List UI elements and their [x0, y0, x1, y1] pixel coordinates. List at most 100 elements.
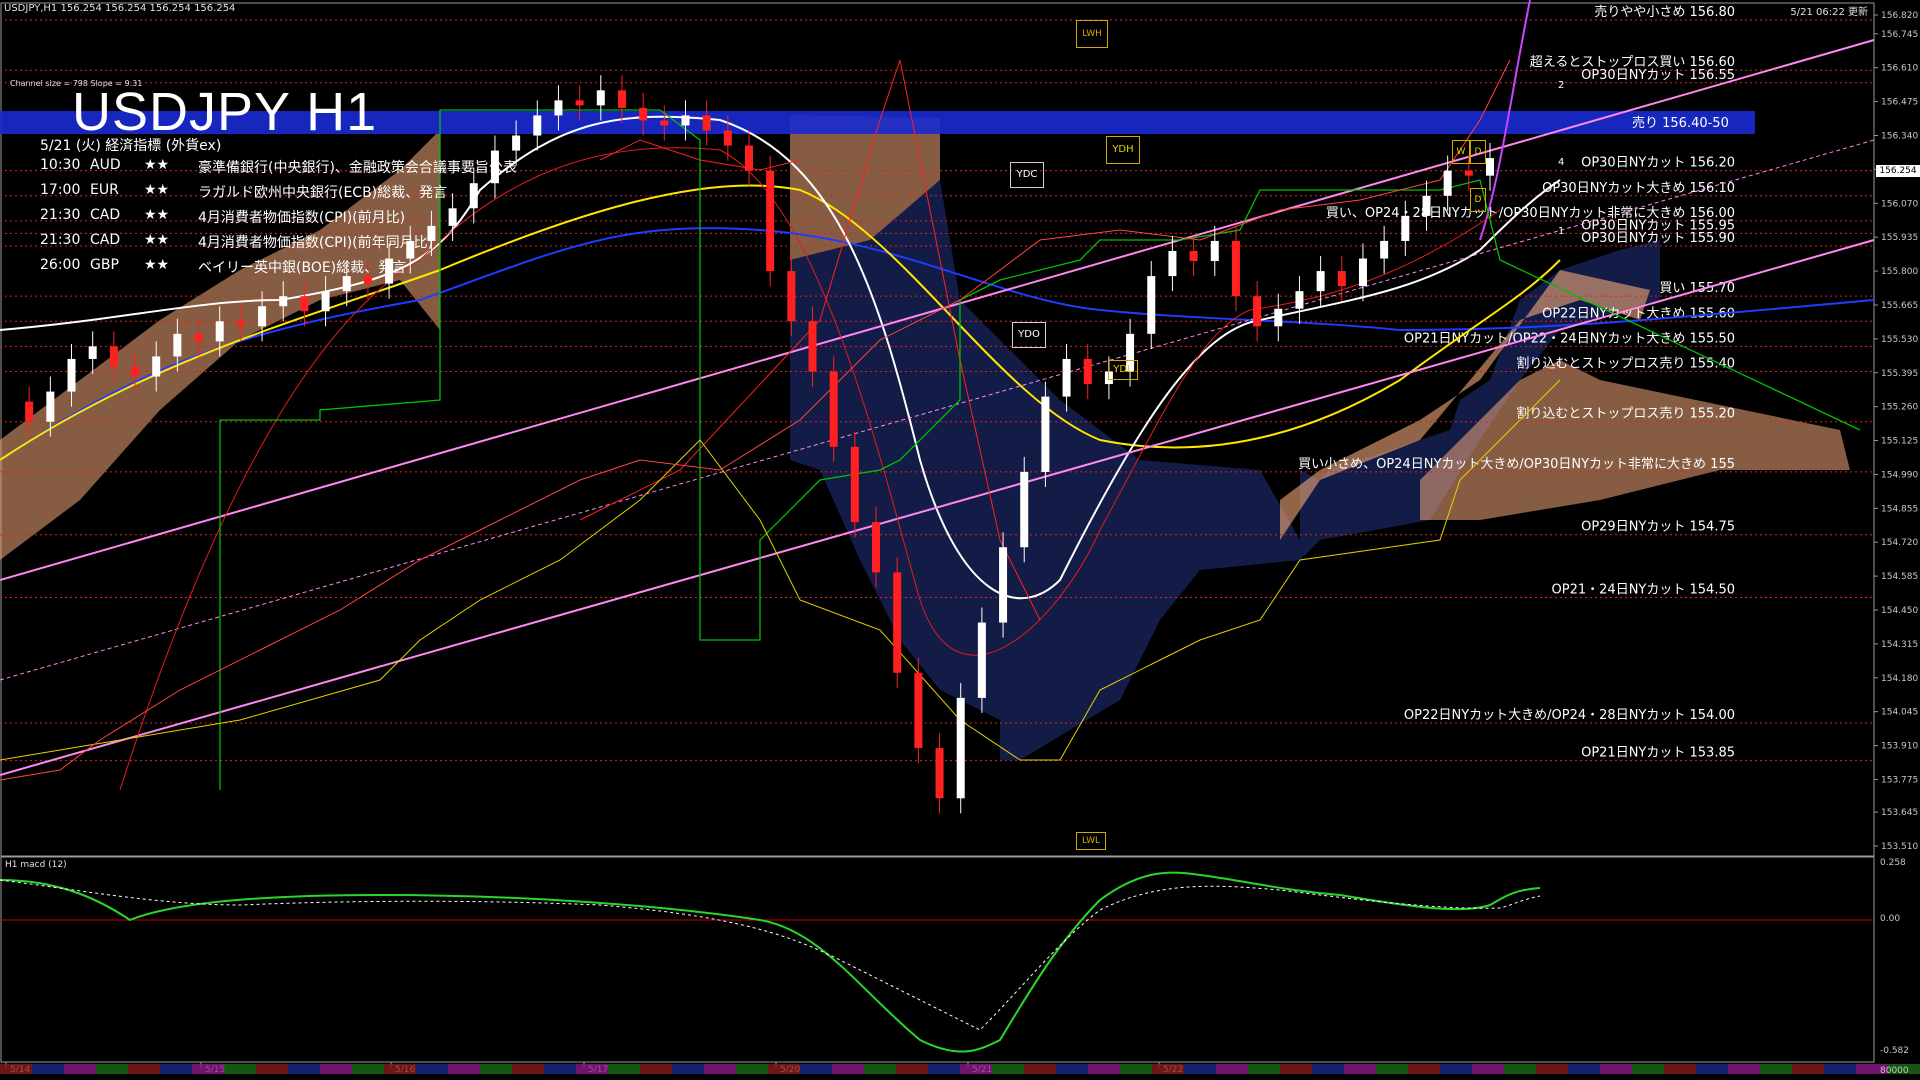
event-stars: ★★ — [144, 207, 170, 223]
candle-body — [1041, 396, 1050, 472]
level-label: OP30日NYカット大きめ 156.10 — [1542, 181, 1735, 196]
y-tick-label: 154.990 — [1881, 470, 1918, 480]
session-segment — [1312, 1064, 1344, 1074]
candle-body — [1401, 215, 1410, 241]
y-tick-label: 155.935 — [1881, 233, 1918, 243]
session-segment — [1472, 1064, 1504, 1074]
candle-body — [977, 622, 986, 698]
candle-body — [215, 321, 224, 342]
session-segment — [768, 1064, 800, 1074]
macd-bottom-value: 80000 — [1880, 1066, 1909, 1076]
candle-body — [1316, 271, 1325, 292]
candle-body — [660, 120, 669, 126]
y-tick-label: 153.775 — [1881, 775, 1918, 785]
economic-events: 5/21 (火) 経済指標 (外貨ex) 10:30 AUD ★★ 豪準備銀行(中央銀… — [40, 135, 517, 282]
timestamp: 5/21 06:22 更新 — [1790, 7, 1868, 18]
candle-body — [1274, 308, 1283, 327]
level-label: OP30日NYカット 155.90 — [1581, 231, 1735, 246]
session-segment — [288, 1064, 320, 1074]
symbol-line: USDJPY,H1 156.254 156.254 156.254 156.25… — [4, 3, 236, 14]
event-text: 4月消費者物価指数(CPI)(前年同月比) — [198, 235, 434, 251]
candle-body — [1443, 170, 1452, 196]
event-stars: ★★ — [144, 182, 170, 198]
candle-body — [575, 100, 584, 106]
candle-body — [236, 321, 245, 327]
y-tick-label: 154.450 — [1881, 606, 1918, 616]
chart-title: USDJPY H1 — [72, 82, 378, 142]
session-segment — [1696, 1064, 1728, 1074]
session-segment — [32, 1064, 64, 1074]
session-segment — [608, 1064, 640, 1074]
session-segment — [128, 1064, 160, 1074]
candle-body — [999, 547, 1008, 623]
ydh-marker: YDH — [1106, 136, 1140, 164]
candle-body — [850, 446, 859, 523]
candle-body — [1486, 158, 1494, 176]
candle-body — [1062, 358, 1071, 397]
y-tick-label: 156.820 — [1881, 11, 1918, 21]
candle-body — [533, 115, 542, 136]
candle-body — [109, 346, 118, 367]
session-segment — [704, 1064, 736, 1074]
session-segment — [416, 1064, 448, 1074]
session-segment — [1440, 1064, 1472, 1074]
y-tick-label: 154.315 — [1881, 640, 1918, 650]
candle-body — [723, 130, 732, 146]
candle-body — [745, 145, 753, 171]
candle-body — [1147, 276, 1156, 334]
candle-body — [1231, 240, 1240, 297]
session-segment — [0, 1064, 32, 1074]
channel-label-4: 4 — [1558, 157, 1565, 168]
y-tick-label: 155.530 — [1881, 335, 1918, 345]
y-tick-label: 155.800 — [1881, 267, 1918, 277]
session-segment — [384, 1064, 416, 1074]
session-segment — [800, 1064, 832, 1074]
event-time: 21:30 — [40, 207, 81, 223]
session-segment — [1248, 1064, 1280, 1074]
event-text: ラガルド欧州中央銀行(ECB)総裁、発言 — [198, 185, 448, 201]
channel-label-1: 1 — [1558, 226, 1565, 237]
session-segment — [448, 1064, 480, 1074]
session-segment — [1600, 1064, 1632, 1074]
session-segment — [544, 1064, 576, 1074]
y-tick-label: 154.720 — [1881, 538, 1918, 548]
session-segment — [1824, 1064, 1856, 1074]
y-tick-label: 153.910 — [1881, 742, 1918, 752]
event-text: ベイリー英中銀(BOE)総裁、発言 — [198, 260, 407, 276]
session-segment — [256, 1064, 288, 1074]
candle-body — [1295, 291, 1304, 309]
session-segment — [1632, 1064, 1664, 1074]
sell-zone-label: 売り 156.40-50 — [1632, 116, 1729, 131]
level-label: 割り込むとストップロス売り 155.40 — [1516, 356, 1735, 372]
event-row: 17:00 EUR ★★ ラガルド欧州中央銀行(ECB)総裁、発言 — [40, 182, 517, 207]
level-label: OP21・24日NYカット 154.50 — [1552, 582, 1735, 597]
event-stars: ★★ — [144, 232, 170, 248]
candle-body — [300, 296, 309, 312]
macd-tick-zero: 0.00 — [1880, 914, 1901, 924]
candle-body — [1422, 195, 1431, 216]
y-axis: 156.820 156.745 156.610 156.475 156.340 156.2… — [1874, 11, 1918, 852]
session-segment — [96, 1064, 128, 1074]
candle-body — [152, 356, 161, 377]
session-segment — [1216, 1064, 1248, 1074]
session-segment — [1280, 1064, 1312, 1074]
session-segment — [512, 1064, 544, 1074]
candle-body — [258, 306, 267, 327]
session-segment — [832, 1064, 864, 1074]
channel-label-2: 2 — [1558, 80, 1565, 91]
event-row: 21:30 CAD ★★ 4月消費者物価指数(CPI)(前年同月比) — [40, 232, 517, 257]
session-segment — [1728, 1064, 1760, 1074]
event-currency: GBP — [90, 257, 119, 273]
session-segment — [928, 1064, 960, 1074]
session-segment — [896, 1064, 928, 1074]
candle-body — [872, 522, 881, 573]
y-tick-label: 154.585 — [1881, 572, 1918, 582]
session-segment — [992, 1064, 1024, 1074]
session-segment — [1408, 1064, 1440, 1074]
level-label: 買い小さめ、OP24日NYカット大きめ/OP30日NYカット非常に大きめ 155 — [1298, 457, 1735, 472]
candle-body — [1358, 258, 1367, 287]
session-segment — [64, 1064, 96, 1074]
candle-body — [67, 358, 76, 392]
macd-tick-bottom: -0.582 — [1880, 1046, 1910, 1056]
candle-body — [1020, 471, 1029, 548]
